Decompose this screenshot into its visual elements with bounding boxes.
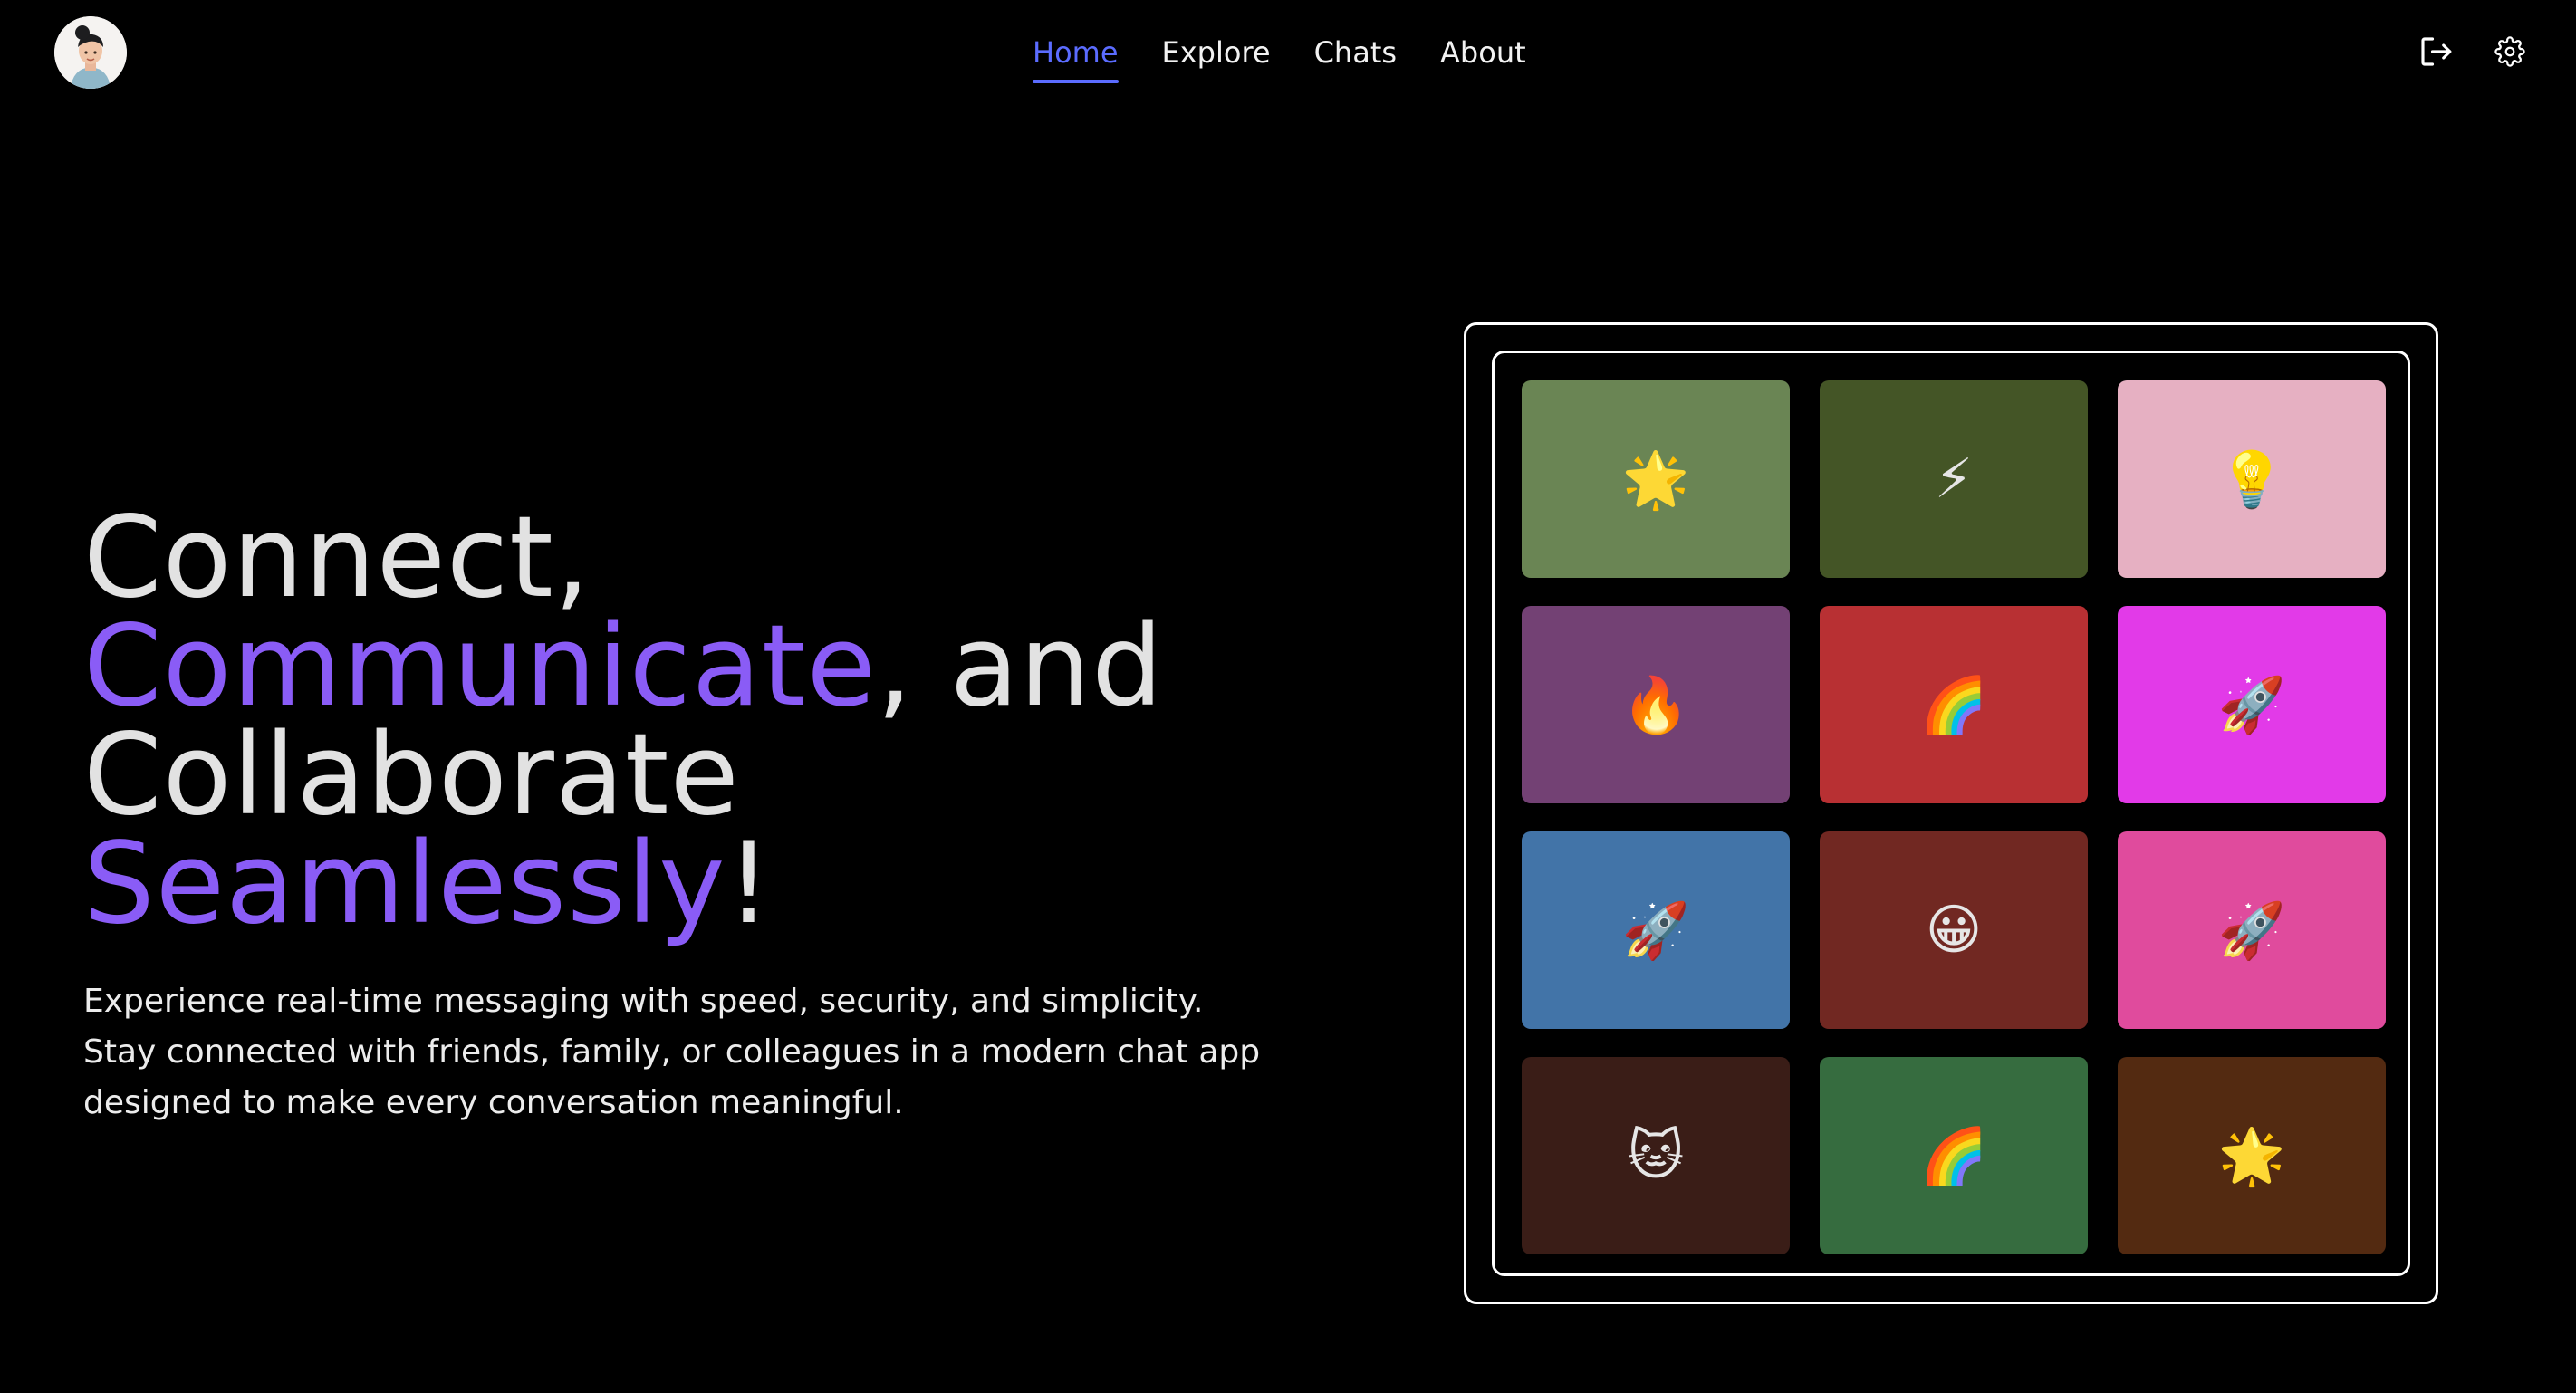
page: Home Explore Chats About Connect, Commun… — [0, 0, 2576, 1393]
nav-explore[interactable]: Explore — [1162, 31, 1271, 78]
emoji-tile[interactable]: ⚡ — [1820, 380, 2088, 578]
emoji-tile[interactable]: 🌟 — [1522, 380, 1790, 578]
avatar-illustration-icon — [54, 16, 127, 89]
hero-section: Connect, Communicate, and Collaborate Se… — [83, 502, 1333, 1161]
emoji-grid-frame: 🌟 ⚡ 💡 🔥 🌈 🚀 🚀 😀 🚀 🐱 🌈 🌟 — [1464, 322, 2438, 1304]
emoji-tile[interactable]: 🌟 — [2118, 1057, 2386, 1254]
nav-about[interactable]: About — [1440, 31, 1526, 78]
headline-accent-seamlessly: Seamlessly — [83, 819, 726, 949]
top-navbar: Home Explore Chats About — [0, 0, 2576, 105]
emoji-grid: 🌟 ⚡ 💡 🔥 🌈 🚀 🚀 😀 🚀 🐱 🌈 🌟 — [1522, 380, 2386, 1254]
headline-line-2-rest: , and — [876, 601, 1164, 732]
emoji-tile[interactable]: 🌈 — [1820, 1057, 2088, 1254]
header-actions — [2415, 31, 2531, 72]
headline-line-4-rest: ! — [726, 819, 773, 949]
emoji-tile[interactable]: 😀 — [1820, 831, 2088, 1029]
main-nav: Home Explore Chats About — [1033, 31, 1526, 83]
emoji-tile[interactable]: 🌈 — [1820, 606, 2088, 803]
emoji-tile[interactable]: 🚀 — [1522, 831, 1790, 1029]
hero-headline: Connect, Communicate, and Collaborate Se… — [83, 502, 1333, 940]
hero-description: Experience real-time messaging with spee… — [83, 983, 1261, 1121]
gear-icon[interactable] — [2489, 31, 2531, 72]
emoji-tile[interactable]: 💡 — [2118, 380, 2386, 578]
nav-chats[interactable]: Chats — [1314, 31, 1397, 78]
nav-home[interactable]: Home — [1033, 31, 1119, 83]
emoji-tile[interactable]: 🐱 — [1522, 1057, 1790, 1254]
user-avatar[interactable] — [54, 16, 127, 89]
emoji-tile[interactable]: 🚀 — [2118, 831, 2386, 1029]
logout-icon[interactable] — [2415, 31, 2456, 72]
emoji-tile[interactable]: 🔥 — [1522, 606, 1790, 803]
emoji-grid-inner-frame: 🌟 ⚡ 💡 🔥 🌈 🚀 🚀 😀 🚀 🐱 🌈 🌟 — [1492, 351, 2410, 1276]
emoji-tile[interactable]: 🚀 — [2118, 606, 2386, 803]
